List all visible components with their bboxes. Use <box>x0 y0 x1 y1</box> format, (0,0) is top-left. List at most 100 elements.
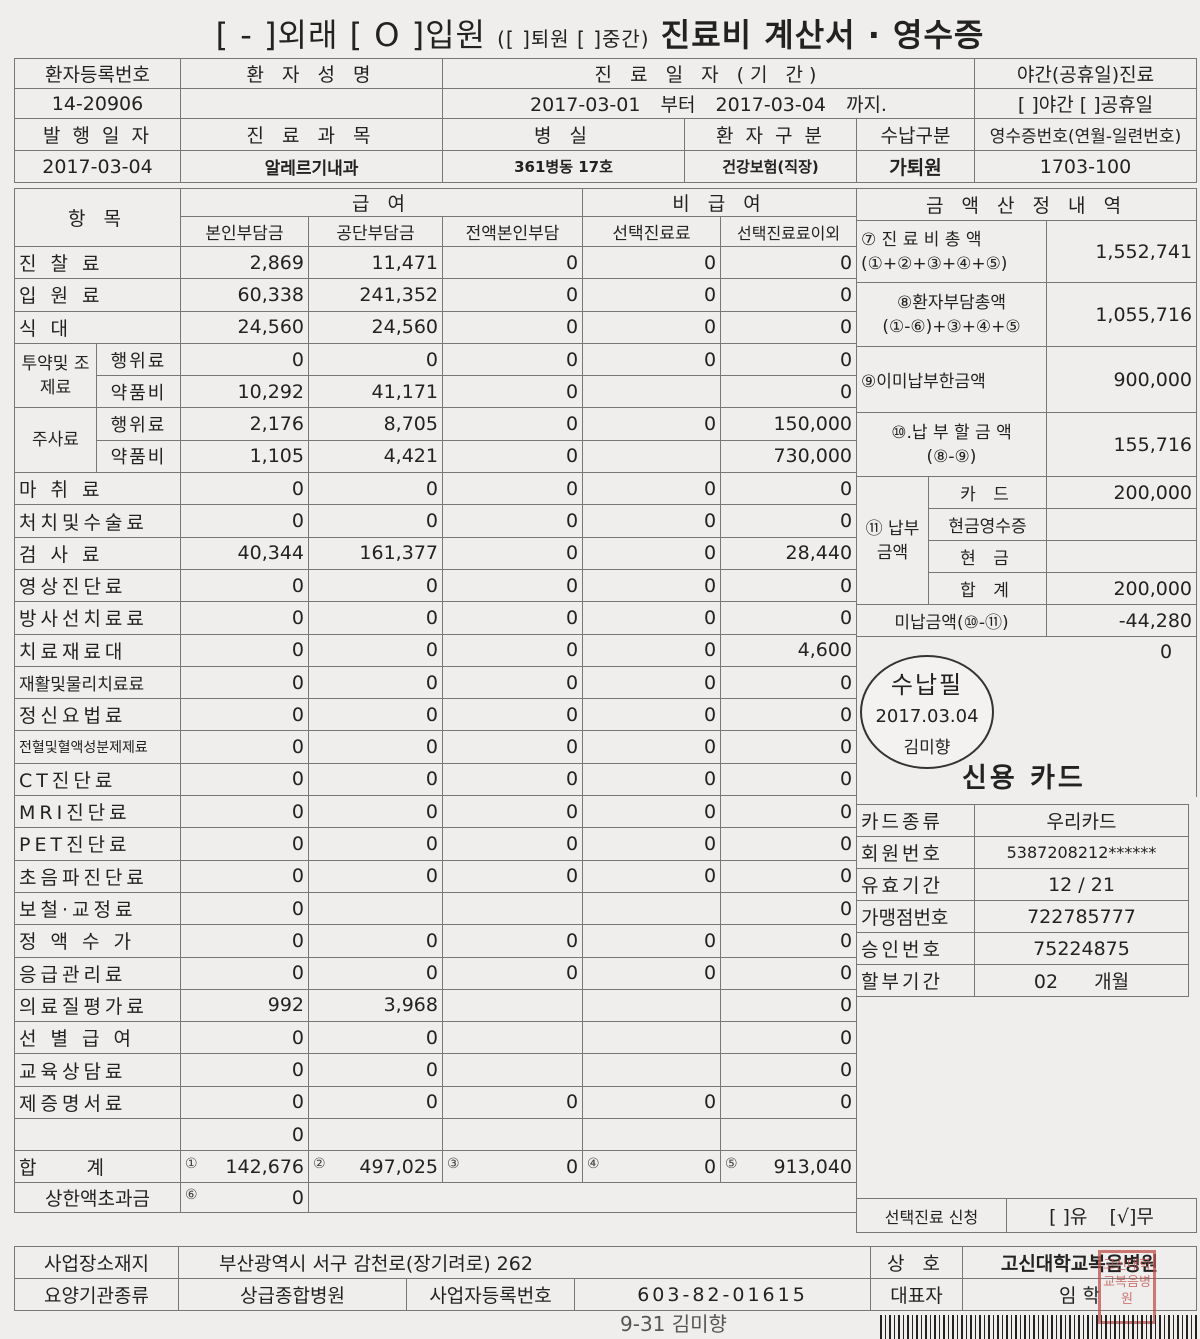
cell-public <box>308 891 443 926</box>
selective-options: [ ]유 [√]무 <box>1006 1198 1197 1233</box>
cash-label: 현 금 <box>928 540 1047 573</box>
address: 부산광역시 서구 감천로(장기려로) 262 <box>177 1246 872 1279</box>
cell-other <box>720 1118 858 1152</box>
cell-public: 0 <box>308 568 443 603</box>
cell-self: 0 <box>180 795 309 829</box>
cell-full: 0 <box>441 1085 584 1120</box>
cell-other: 0 <box>720 891 858 926</box>
cell-other: 0 <box>720 472 858 506</box>
item-rows: 진 찰 료 2,869 11,471 0 0 0 입 원 료 60,338 241,352 0 0 0… <box>14 245 858 1152</box>
cell-full: 0 <box>441 665 584 700</box>
cell-self: 0 <box>180 472 309 506</box>
cell-sel <box>582 891 722 926</box>
cell-other: 0 <box>720 1053 858 1087</box>
cell-full: 0 <box>441 504 584 538</box>
cell-sel: 0 <box>582 795 722 829</box>
table-row: 영상진단료 0 0 0 0 0 <box>14 568 858 603</box>
name-label: 환 자 성 명 <box>180 58 443 89</box>
selective-label: 선택진료 신청 <box>856 1198 1007 1233</box>
approval-no: 75224875 <box>974 932 1189 965</box>
row-label: 재활및물리치료료 <box>14 665 181 700</box>
cell-public: 0 <box>308 1085 443 1120</box>
cell-other: 0 <box>720 245 858 280</box>
cell-full: 0 <box>441 956 584 990</box>
installment-unit: 개월 <box>1094 971 1130 993</box>
cell-full: 0 <box>441 278 584 312</box>
cell-other: 0 <box>720 827 858 861</box>
cell-self: 0 <box>180 698 309 732</box>
date-to: 2017-03-04 <box>715 94 826 116</box>
business-no: 603-82-01615 <box>573 1278 872 1311</box>
item-header: 항 목 <box>14 188 181 247</box>
row-label: 초음파진단료 <box>14 859 181 893</box>
cell-full: 0 <box>441 568 584 603</box>
table-row: 초음파진단료 0 0 0 0 0 <box>14 859 858 893</box>
cell-sel: 0 <box>582 342 722 377</box>
cell-sel: 0 <box>582 956 722 990</box>
cell-other: 0 <box>720 568 858 603</box>
table-row: 제증명서료 0 0 0 0 0 <box>14 1085 858 1120</box>
merchant-no: 722785777 <box>974 900 1189 933</box>
cell-full: 0 <box>441 827 584 861</box>
prepaid: 900,000 <box>1045 346 1198 413</box>
selective-no: [√]무 <box>1109 1206 1154 1228</box>
cell-public: 41,171 <box>308 375 443 409</box>
row-label: 약품비 <box>96 375 181 409</box>
cell-public: 0 <box>308 601 443 635</box>
marker-4: ④ <box>587 1155 600 1172</box>
installment-label: 할부기간 <box>856 964 975 997</box>
cell-public: 161,377 <box>308 536 443 570</box>
marker-5: ⑤ <box>725 1155 738 1172</box>
patient-total: 1,055,716 <box>1045 282 1198 347</box>
cell-other: 0 <box>720 698 858 732</box>
cell-public: 24,560 <box>308 310 443 344</box>
table-row: 치료재료대 0 0 0 0 4,600 <box>14 633 858 667</box>
dept-label: 진 료 과 목 <box>180 118 443 151</box>
cell-other: 28,440 <box>720 536 858 570</box>
cell-public: 0 <box>308 827 443 861</box>
row-label: 제증명서료 <box>14 1085 181 1120</box>
cell-sel: 0 <box>582 1085 722 1120</box>
cell-public: 4,421 <box>308 439 443 474</box>
barcode <box>880 1315 1200 1339</box>
table-row: 교육상담료 0 0 0 <box>14 1053 858 1087</box>
cell-public: 0 <box>308 633 443 667</box>
institution-type: 상급종합병원 <box>178 1278 407 1311</box>
cell-public <box>308 1118 443 1152</box>
cell-self: 0 <box>180 1053 309 1087</box>
issue-label: 발 행 일 자 <box>14 118 181 151</box>
cell-full: 0 <box>441 859 584 893</box>
cell-sel: 0 <box>582 924 722 958</box>
cell-public: 0 <box>308 795 443 829</box>
cell-other: 0 <box>720 310 858 344</box>
cell-self: 992 <box>180 988 309 1023</box>
cell-full <box>441 1118 584 1152</box>
cell-sel <box>582 439 722 474</box>
patient-total-formula: (①-⑥)+③+④+⑤ <box>882 316 1021 337</box>
expiry: 12 / 21 <box>974 868 1189 901</box>
total-public-value: 497,025 <box>359 1155 438 1178</box>
table-row: 처치및수술료 0 0 0 0 0 <box>14 504 858 538</box>
paid-sum-label: 합 계 <box>928 572 1047 605</box>
cell-sel: 0 <box>582 568 722 603</box>
stamp-name: 김미향 <box>903 738 951 758</box>
col-other: 선택진료료이외 <box>720 216 858 247</box>
member-no-label: 회원번호 <box>856 836 975 869</box>
total-fee: 1,552,741 <box>1045 220 1198 283</box>
period-values: 2017-03-01 부터 2017-03-04 까지. <box>442 88 975 119</box>
card-label: 카 드 <box>928 476 1047 509</box>
table-row: 정 액 수 가00000 <box>14 924 858 958</box>
cell-self: 0 <box>180 568 309 603</box>
cell-other: 0 <box>720 375 858 409</box>
institution-type-label: 요양기관종류 <box>14 1278 179 1311</box>
cell-full: 0 <box>441 375 584 409</box>
card-amount: 200,000 <box>1045 476 1198 509</box>
cell-other: 0 <box>720 278 858 312</box>
cell-other: 0 <box>720 601 858 635</box>
cell-other: 0 <box>720 665 858 700</box>
cell-self: 0 <box>180 1021 309 1055</box>
cell-self: 0 <box>180 956 309 990</box>
cell-other: 0 <box>720 795 858 829</box>
table-row: 선 별 급 여000 <box>14 1021 858 1055</box>
cell-full: 0 <box>441 439 584 474</box>
